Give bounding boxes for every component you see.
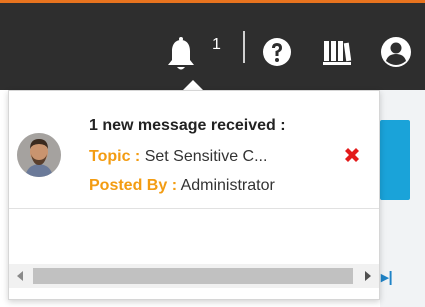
notification-title: 1 new message received : bbox=[89, 117, 286, 134]
top-navigation-bar: 1 bbox=[0, 0, 425, 90]
scroll-left-icon[interactable] bbox=[9, 264, 31, 288]
posted-by-value: Administrator bbox=[180, 177, 275, 194]
notification-item[interactable]: 1 new message received : Topic : Set Sen… bbox=[9, 91, 379, 209]
library-icon[interactable] bbox=[322, 37, 352, 67]
bell-icon[interactable] bbox=[166, 36, 196, 74]
toolbar-divider bbox=[243, 31, 245, 63]
avatar bbox=[17, 133, 61, 177]
posted-by-label: Posted By : bbox=[89, 177, 178, 194]
help-icon[interactable] bbox=[262, 37, 292, 67]
notification-count[interactable]: 1 bbox=[212, 36, 221, 54]
dropdown-caret bbox=[183, 80, 203, 90]
notifications-dropdown: 1 new message received : Topic : Set Sen… bbox=[8, 90, 380, 300]
user-icon[interactable] bbox=[380, 36, 412, 68]
close-icon[interactable] bbox=[342, 145, 362, 165]
page-nav-arrow[interactable]: ▸| bbox=[381, 268, 393, 286]
topic-label: Topic : bbox=[89, 148, 141, 165]
notification-posted-by: Posted By : Administrator bbox=[89, 177, 275, 195]
page-accent-card bbox=[380, 120, 410, 200]
topic-value: Set Sensitive C... bbox=[144, 148, 268, 165]
horizontal-scrollbar[interactable] bbox=[9, 264, 379, 288]
notification-topic: Topic : Set Sensitive C... bbox=[89, 148, 267, 166]
scroll-right-icon[interactable] bbox=[357, 264, 379, 288]
scrollbar-thumb[interactable] bbox=[33, 268, 353, 284]
